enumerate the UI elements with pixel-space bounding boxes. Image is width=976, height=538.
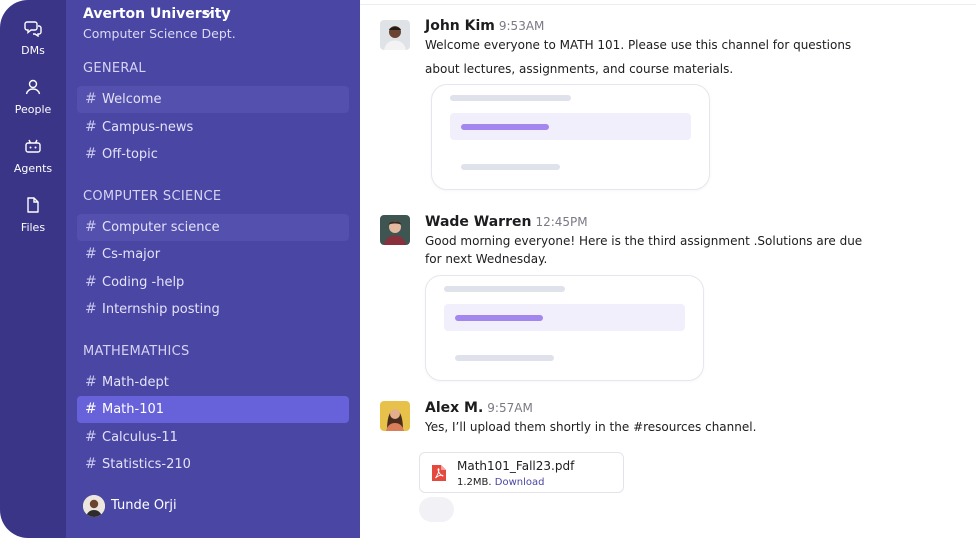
message-pane: John Kim 9:53AM Welcome everyone to MATH … [360,0,976,538]
hash-icon: # [85,246,97,262]
add-reaction-button[interactable] [419,497,454,522]
skeleton-band [450,113,691,140]
current-user-name: Tunde Orji [111,498,177,513]
rail-item-people[interactable]: People [0,78,66,118]
skeleton-highlight [461,124,549,130]
rail-label-agents: Agents [13,162,53,175]
skeleton-line [450,95,571,101]
hash-icon: # [85,401,97,417]
person-icon [25,79,41,95]
author-name: Alex M. [425,400,484,416]
channel-statistics-210[interactable]: # Statistics-210 [77,451,349,478]
author-name: Wade Warren [425,214,532,230]
rail-item-dms[interactable]: DMs [0,19,66,59]
message-author[interactable]: Alex M. 9:57AM [425,400,533,416]
file-name: Math101_Fall23.pdf [457,459,575,473]
channel-label: Internship posting [102,302,220,317]
hash-icon: # [85,219,97,235]
hash-icon: # [85,374,97,390]
message-author[interactable]: John Kim 9:53AM [425,18,544,34]
channel-label: Statistics-210 [102,457,191,472]
message-text: Good morning everyone! Here is the third… [425,234,863,248]
hash-icon: # [85,91,97,107]
message-time: 9:57AM [487,401,533,415]
skeleton-line [444,286,565,292]
channel-label: Math-101 [102,402,165,417]
skeleton-highlight [455,315,543,321]
channel-off-topic[interactable]: # Off-topic [77,141,349,168]
channel-label: Off-topic [102,147,158,162]
chat-bubbles-icon [24,21,42,37]
file-icon [27,197,39,213]
hash-icon: # [85,146,97,162]
section-title-mathematics: MATHEMATHICS [83,344,190,359]
pdf-icon [432,465,446,481]
channel-internship-posting[interactable]: # Internship posting [77,296,349,323]
channel-welcome[interactable]: # Welcome [77,86,349,113]
channel-calculus-11[interactable]: # Calculus-11 [77,424,349,451]
robot-icon [25,139,41,153]
skeleton-band [444,304,685,331]
file-size: 1.2MB. [457,477,492,488]
app-window: DMs People Agents Files Averton Universi… [0,0,976,538]
file-meta: 1.2MB. Download [457,477,544,488]
avatar[interactable] [380,215,410,245]
section-title-general: GENERAL [83,61,146,76]
icon-rail: DMs People Agents Files [0,0,66,538]
channel-label: Calculus-11 [102,430,178,445]
rail-item-files[interactable]: Files [0,196,66,236]
message-text: Welcome everyone to MATH 101. Please use… [425,38,852,52]
skeleton-line [455,355,554,361]
rail-label-files: Files [20,221,46,234]
channel-math-dept[interactable]: # Math-dept [77,369,349,396]
channel-coding-help[interactable]: # Coding -help [77,269,349,296]
author-name: John Kim [425,18,495,34]
rail-label-dms: DMs [21,44,45,57]
channel-computer-science[interactable]: # Computer science [77,214,349,241]
channel-campus-news[interactable]: # Campus-news [77,114,349,141]
avatar [83,495,105,517]
preview-card[interactable] [425,275,704,381]
message-text: for next Wednesday. [425,252,548,266]
avatar[interactable] [380,401,410,431]
message-text: about lectures, assignments, and course … [425,62,734,76]
hash-icon: # [85,456,97,472]
rail-label-people: People [14,103,52,116]
channel-sidebar: Averton University Computer Science Dept… [66,0,360,538]
channel-cs-major[interactable]: # Cs-major [77,241,349,268]
skeleton-line [461,164,560,170]
message-author[interactable]: Wade Warren 12:45PM [425,214,588,230]
divider [360,4,976,5]
preview-card[interactable] [431,84,710,190]
rail-item-agents[interactable]: Agents [0,137,66,177]
hash-icon: # [85,119,97,135]
hash-icon: # [85,301,97,317]
hash-icon: # [85,274,97,290]
message-text: Yes, I’ll upload them shortly in the #re… [425,420,757,434]
section-title-computer-science: COMPUTER SCIENCE [83,189,222,204]
workspace-subtitle: Computer Science Dept. [83,26,236,41]
download-link[interactable]: Download [495,477,545,488]
channel-label: Cs-major [102,247,161,262]
channel-label: Computer science [102,220,220,235]
channel-label: Math-dept [102,375,169,390]
message-time: 12:45PM [535,215,588,229]
message-time: 9:53AM [498,19,545,33]
chevron-down-icon[interactable] [202,9,214,17]
file-attachment[interactable]: Math101_Fall23.pdf 1.2MB. Download [419,452,624,493]
channel-label: Campus-news [102,120,194,135]
hash-icon: # [85,429,97,445]
channel-math-101[interactable]: # Math-101 [77,396,349,423]
avatar[interactable] [380,20,410,50]
channel-label: Welcome [102,92,162,107]
channel-label: Coding -help [102,275,185,290]
